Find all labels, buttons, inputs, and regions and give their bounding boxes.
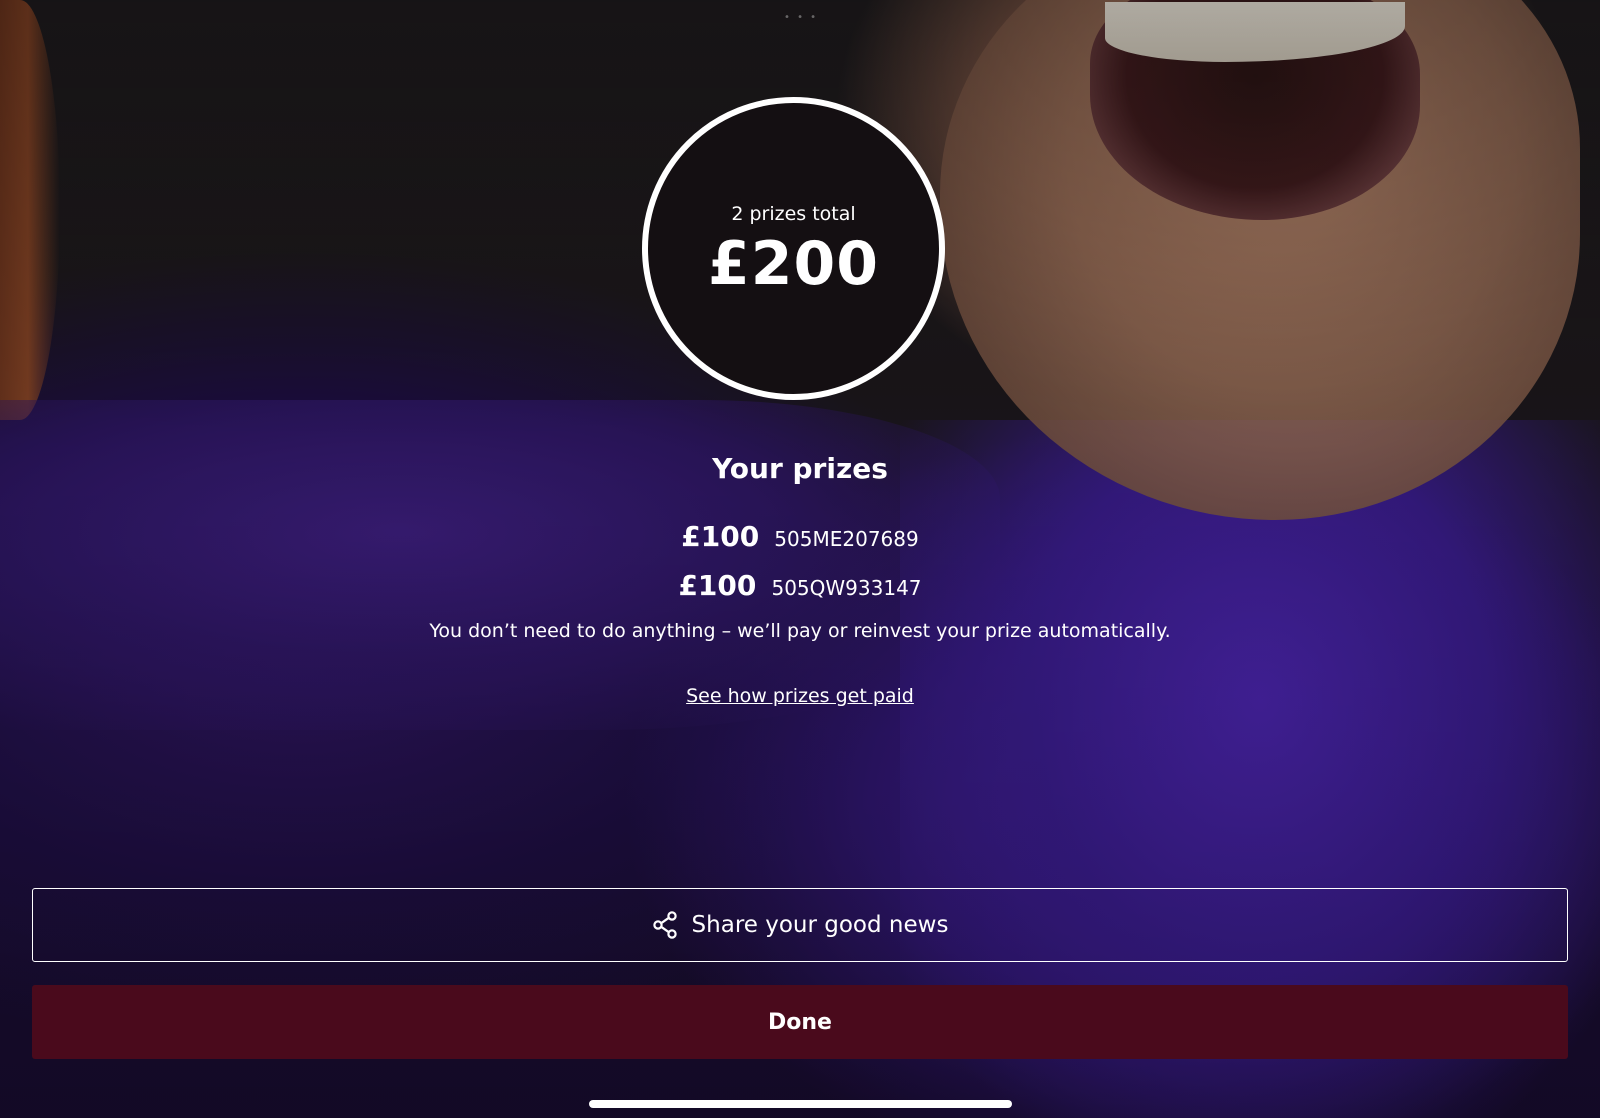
bond-number: 505ME207689 [774,527,919,551]
multitask-dots[interactable]: • • • [784,12,818,23]
share-icon [652,911,678,939]
share-button-label: Share your good news [691,912,949,938]
prizes-heading: Your prizes [712,452,888,485]
prize-count: 2 prizes total [731,203,856,225]
done-button[interactable]: Done [32,985,1568,1059]
share-button[interactable]: Share your good news [32,888,1568,962]
done-button-label: Done [768,1009,832,1035]
prize-row: £100 505ME207689 [0,520,1600,553]
prize-total-amount: £200 [708,229,879,299]
prize-total-circle: 2 prizes total £200 [642,97,945,400]
payment-info-text: You don’t need to do anything – we’ll pa… [429,620,1171,642]
prize-amount: £100 [681,520,760,553]
bond-number: 505QW933147 [771,576,922,600]
how-prizes-paid-link[interactable]: See how prizes get paid [686,685,914,707]
prize-result-screen: • • • 2 prizes total £200 Your prizes £1… [0,0,1600,1118]
prize-row: £100 505QW933147 [0,569,1600,602]
prize-amount: £100 [678,569,757,602]
home-indicator[interactable] [589,1100,1012,1108]
how-prizes-paid-link-row: See how prizes get paid [0,685,1600,707]
